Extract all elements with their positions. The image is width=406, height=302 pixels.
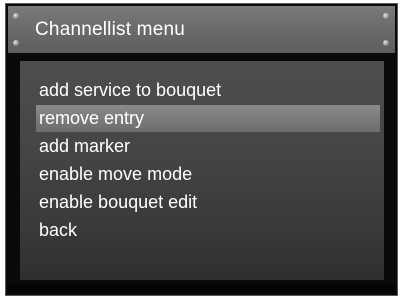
screw-icon bbox=[13, 13, 19, 19]
title-bar: Channellist menu bbox=[8, 6, 395, 53]
screw-icon bbox=[383, 40, 389, 46]
screen: Channellist menu add service to bouquet … bbox=[0, 0, 406, 302]
menu-item-enable-bouquet-edit[interactable]: enable bouquet edit bbox=[20, 189, 384, 216]
window-title: Channellist menu bbox=[35, 19, 186, 40]
screw-icon bbox=[13, 40, 19, 46]
menu-item-remove-entry[interactable]: remove entry bbox=[36, 105, 380, 132]
channellist-menu-window: Channellist menu add service to bouquet … bbox=[5, 3, 398, 296]
bottom-border bbox=[8, 284, 395, 293]
menu-item-back[interactable]: back bbox=[20, 217, 384, 244]
menu-item-enable-move-mode[interactable]: enable move mode bbox=[20, 161, 384, 188]
menu-item-add-marker[interactable]: add marker bbox=[20, 133, 384, 160]
menu-item-add-service-to-bouquet[interactable]: add service to bouquet bbox=[20, 77, 384, 104]
screw-icon bbox=[383, 13, 389, 19]
menu-list: add service to bouquet remove entry add … bbox=[20, 61, 384, 280]
